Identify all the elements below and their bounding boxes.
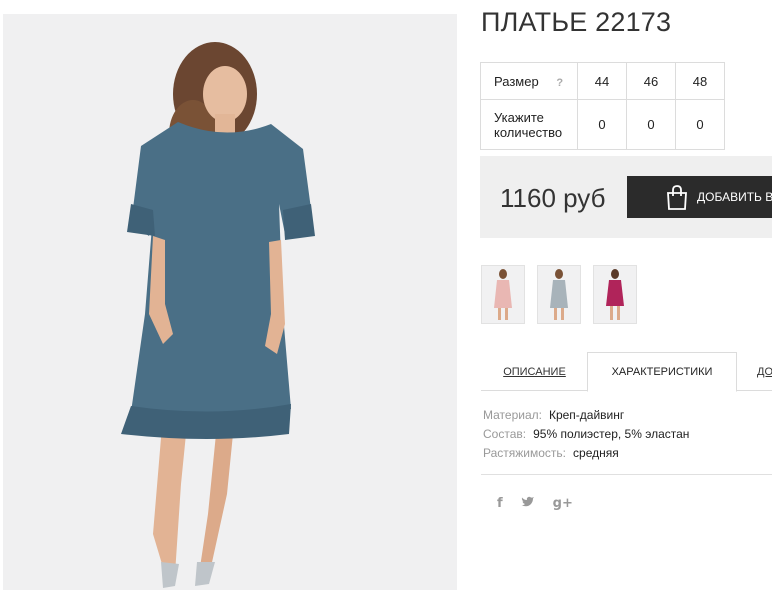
spec-value: 95% полиэстер, 5% эластан	[533, 427, 690, 441]
model-in-dress-image	[121, 42, 315, 588]
shopping-bag-icon	[665, 184, 689, 210]
product-tabs: ОПИСАНИЕ ХАРАКТЕРИСТИКИ ДО	[481, 352, 772, 392]
twitter-icon[interactable]	[521, 495, 535, 511]
spec-key: Материал:	[483, 408, 542, 422]
characteristics-list: Материал: Креп-дайвинг Состав: 95% полиэст…	[483, 406, 689, 463]
spec-row-material: Материал: Креп-дайвинг	[483, 406, 689, 425]
social-share: f g+	[497, 495, 591, 511]
spec-row-stretch: Растяжимость: средняя	[483, 444, 689, 463]
product-photo[interactable]	[3, 14, 457, 590]
add-to-cart-label: ДОБАВИТЬ В	[697, 190, 772, 204]
quantity-input-48[interactable]: 0	[675, 99, 725, 150]
spec-key: Растяжимость:	[483, 446, 567, 460]
pink-dress-thumbnail[interactable]	[481, 265, 525, 324]
tab-characteristics[interactable]: ХАРАКТЕРИСТИКИ	[587, 352, 737, 392]
thumbnail-strip	[481, 265, 649, 324]
size-help-icon[interactable]: ?	[556, 77, 563, 89]
tab-delivery[interactable]: ДО	[757, 352, 772, 391]
grey-dress-thumbnail[interactable]	[537, 265, 581, 324]
magenta-dress-thumbnail[interactable]	[593, 265, 637, 324]
size-label: Размер	[494, 73, 539, 89]
product-title: ПЛАТЬЕ 22173	[481, 7, 672, 37]
product-price: 1160 руб	[500, 183, 606, 213]
quantity-input-44[interactable]: 0	[577, 99, 627, 150]
spec-value: Креп-дайвинг	[548, 408, 625, 422]
spec-key: Состав:	[483, 427, 527, 441]
size-48: 48	[675, 62, 725, 100]
spec-row-composition: Состав: 95% полиэстер, 5% эластан	[483, 425, 689, 444]
section-divider	[481, 474, 772, 475]
google-plus-icon[interactable]: g+	[553, 496, 573, 511]
size-label-cell: Размер ?	[480, 62, 578, 100]
size-46: 46	[626, 62, 676, 100]
quantity-label: Укажите количество	[480, 99, 578, 150]
price-bar: 1160 руб ДОБАВИТЬ В	[480, 156, 772, 238]
facebook-icon[interactable]: f	[497, 496, 503, 511]
size-44: 44	[577, 62, 627, 100]
tab-description[interactable]: ОПИСАНИЕ	[481, 352, 588, 391]
add-to-cart-button[interactable]: ДОБАВИТЬ В	[627, 176, 772, 218]
quantity-input-46[interactable]: 0	[626, 99, 676, 150]
spec-value: средняя	[573, 446, 619, 460]
size-quantity-table: Размер ? 44 46 48 Укажите количество 0 0…	[480, 62, 725, 150]
